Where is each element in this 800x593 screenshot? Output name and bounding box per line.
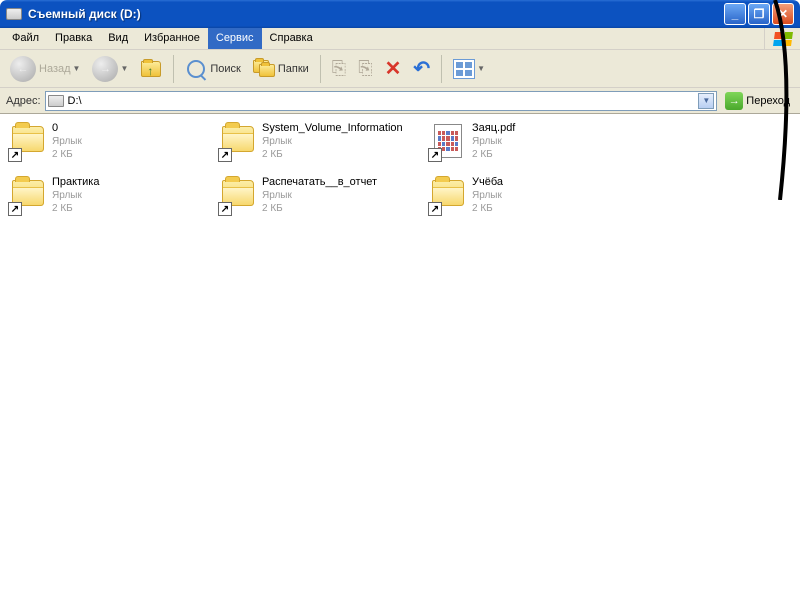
file-name: Заяц.pdf xyxy=(472,122,515,135)
address-input[interactable]: D:\ ▼ xyxy=(45,91,718,111)
file-info: УчёбаЯрлык2 КБ xyxy=(472,176,503,215)
file-info: Распечатать__в_отчетЯрлык2 КБ xyxy=(262,176,377,215)
delete-icon: ✕ xyxy=(385,56,402,81)
address-dropdown[interactable]: ▼ xyxy=(698,93,714,109)
folder-shortcut-icon: ↗ xyxy=(8,122,48,162)
file-info: System_Volume_InformationЯрлык2 КБ xyxy=(262,122,403,161)
chevron-down-icon: ▼ xyxy=(477,64,485,73)
menu-tools[interactable]: Сервис xyxy=(208,28,262,49)
back-arrow-icon: ← xyxy=(10,56,36,82)
file-size: 2 КБ xyxy=(472,202,503,215)
file-size: 2 КБ xyxy=(52,148,82,161)
file-list: ↗0Ярлык2 КБ↗System_Volume_InformationЯрл… xyxy=(0,114,800,589)
drive-icon xyxy=(6,8,22,20)
shortcut-badge-icon: ↗ xyxy=(428,148,442,162)
views-icon xyxy=(453,59,475,79)
go-label: Переход xyxy=(746,95,790,107)
move-to-icon: ⎘ xyxy=(332,58,346,79)
shortcut-badge-icon: ↗ xyxy=(8,148,22,162)
file-item[interactable]: ↗ 0Ярлык2 КБ xyxy=(4,120,214,170)
folders-label: Папки xyxy=(278,63,309,75)
search-button[interactable]: Поиск xyxy=(181,54,244,84)
menubar: Файл Правка Вид Избранное Сервис Справка xyxy=(0,28,800,50)
file-type: Ярлык xyxy=(52,135,82,148)
file-name: System_Volume_Information xyxy=(262,122,403,135)
file-item[interactable]: ↗ УчёбаЯрлык2 КБ xyxy=(424,174,634,224)
minimize-button[interactable]: _ xyxy=(724,3,746,25)
undo-icon: ↶ xyxy=(413,56,430,81)
folder-shortcut-icon: ↗ xyxy=(218,176,258,216)
menu-file[interactable]: Файл xyxy=(4,28,47,49)
address-path: D:\ xyxy=(68,95,699,107)
file-item[interactable]: ↗ Распечатать__в_отчетЯрлык2 КБ xyxy=(214,174,424,224)
search-label: Поиск xyxy=(210,63,240,75)
file-name: Практика xyxy=(52,176,99,189)
separator xyxy=(320,55,321,83)
file-type: Ярлык xyxy=(262,189,377,202)
file-size: 2 КБ xyxy=(52,202,99,215)
file-size: 2 КБ xyxy=(262,202,377,215)
file-shortcut-icon: ↗ xyxy=(428,122,468,162)
search-icon xyxy=(187,60,205,78)
drive-icon xyxy=(48,95,64,107)
folder-shortcut-icon: ↗ xyxy=(8,176,48,216)
file-name: 0 xyxy=(52,122,82,135)
file-item[interactable]: ↗ ПрактикаЯрлык2 КБ xyxy=(4,174,214,224)
file-info: 0Ярлык2 КБ xyxy=(52,122,82,161)
address-label: Адрес: xyxy=(6,95,41,107)
file-type: Ярлык xyxy=(472,189,503,202)
chevron-down-icon: ▼ xyxy=(73,64,81,73)
back-label: Назад xyxy=(39,63,71,75)
folders-icon xyxy=(253,60,275,78)
file-name: Учёба xyxy=(472,176,503,189)
folder-shortcut-icon: ↗ xyxy=(218,122,258,162)
back-button[interactable]: ← Назад ▼ xyxy=(6,54,84,84)
file-info: Заяц.pdfЯрлык2 КБ xyxy=(472,122,515,161)
shortcut-badge-icon: ↗ xyxy=(428,202,442,216)
file-type: Ярлык xyxy=(52,189,99,202)
up-button[interactable]: ↑ xyxy=(136,54,166,84)
file-item[interactable]: ↗ System_Volume_InformationЯрлык2 КБ xyxy=(214,120,424,170)
maximize-button[interactable]: ❐ xyxy=(748,3,770,25)
file-type: Ярлык xyxy=(262,135,403,148)
close-button[interactable]: ✕ xyxy=(772,3,794,25)
file-info: ПрактикаЯрлык2 КБ xyxy=(52,176,99,215)
file-size: 2 КБ xyxy=(262,148,403,161)
shortcut-badge-icon: ↗ xyxy=(218,148,232,162)
file-item[interactable]: ↗ Заяц.pdfЯрлык2 КБ xyxy=(424,120,634,170)
menu-edit[interactable]: Правка xyxy=(47,28,100,49)
windows-logo-icon xyxy=(764,28,800,49)
menu-help[interactable]: Справка xyxy=(262,28,321,49)
chevron-down-icon: ▼ xyxy=(120,64,128,73)
address-bar: Адрес: D:\ ▼ → Переход xyxy=(0,88,800,114)
go-button[interactable]: → Переход xyxy=(721,91,794,111)
file-size: 2 КБ xyxy=(472,148,515,161)
toolbar: ← Назад ▼ → ▼ ↑ Поиск Папки ⎘ ⎘ ✕ ↶ ▼ xyxy=(0,50,800,88)
file-name: Распечатать__в_отчет xyxy=(262,176,377,189)
delete-button[interactable]: ✕ xyxy=(381,54,406,84)
file-type: Ярлык xyxy=(472,135,515,148)
undo-button[interactable]: ↶ xyxy=(409,54,434,84)
folder-up-icon: ↑ xyxy=(141,61,161,77)
menu-favorites[interactable]: Избранное xyxy=(136,28,208,49)
copy-to-icon: ⎘ xyxy=(358,58,372,79)
titlebar: Съемный диск (D:) _ ❐ ✕ xyxy=(0,0,800,28)
menu-view[interactable]: Вид xyxy=(100,28,136,49)
views-button[interactable]: ▼ xyxy=(449,54,489,84)
move-to-button[interactable]: ⎘ xyxy=(328,54,350,84)
folders-button[interactable]: Папки xyxy=(249,54,313,84)
window-title: Съемный диск (D:) xyxy=(28,7,724,21)
separator xyxy=(441,55,442,83)
forward-arrow-icon: → xyxy=(92,56,118,82)
window-buttons: _ ❐ ✕ xyxy=(724,3,794,25)
copy-to-button[interactable]: ⎘ xyxy=(354,54,376,84)
shortcut-badge-icon: ↗ xyxy=(218,202,232,216)
folder-shortcut-icon: ↗ xyxy=(428,176,468,216)
separator xyxy=(173,55,174,83)
go-arrow-icon: → xyxy=(725,92,743,110)
forward-button[interactable]: → ▼ xyxy=(88,54,132,84)
shortcut-badge-icon: ↗ xyxy=(8,202,22,216)
